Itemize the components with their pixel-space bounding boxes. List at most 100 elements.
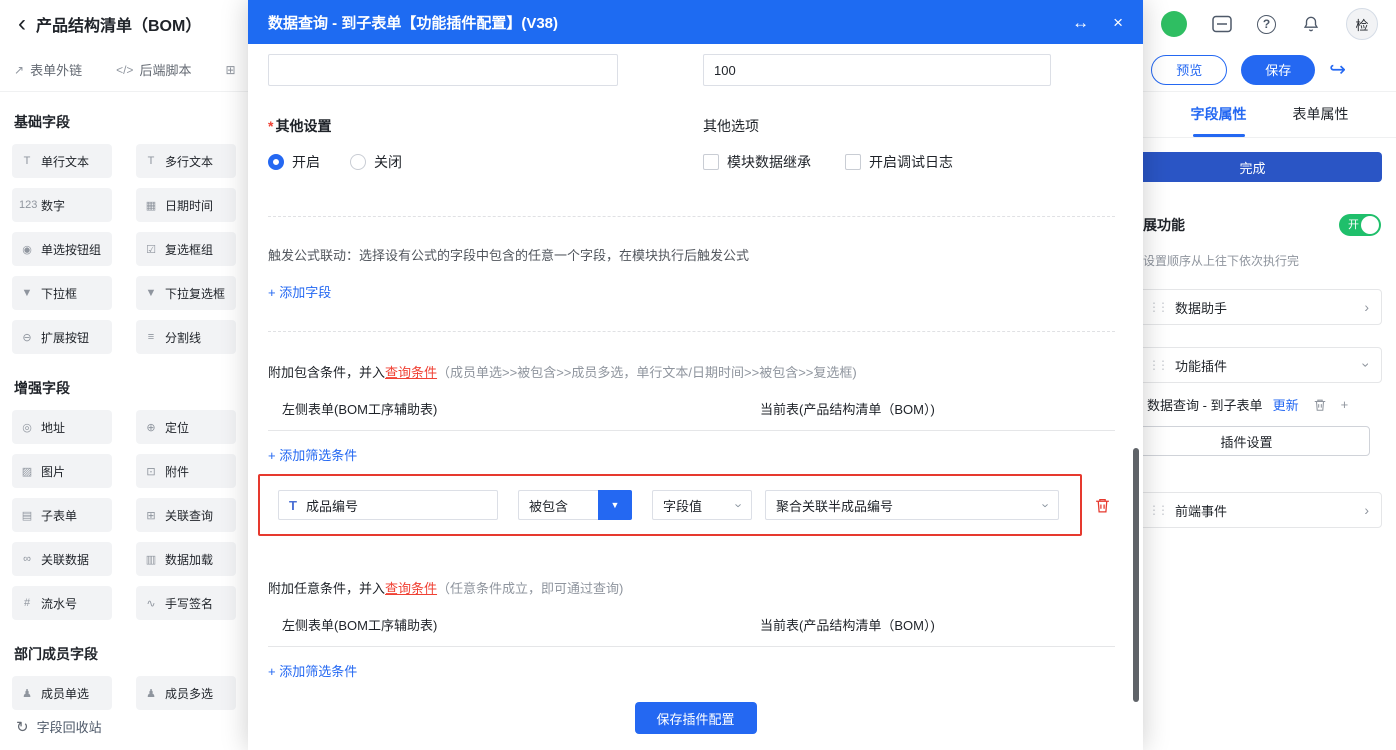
close-icon[interactable]: × <box>1113 14 1123 31</box>
drag-handle-icon[interactable]: ⋮⋮ <box>1148 358 1166 372</box>
presence-avatar[interactable] <box>1161 11 1187 37</box>
checkbox-module-inherit[interactable]: 模块数据继承 <box>703 152 811 172</box>
delete-condition-button[interactable] <box>1094 497 1111 514</box>
settings-controls-row: 开启 关闭 模块数据继承 开启调试日志 <box>268 152 1115 172</box>
condition-value-select[interactable]: 聚合关联半成品编号 › <box>765 490 1059 520</box>
user-avatar[interactable]: 检 <box>1346 8 1378 40</box>
field-type-extend-button[interactable]: ⊖扩展按钮 <box>12 320 112 354</box>
backend-script-link[interactable]: </> 后端脚本 <box>116 60 191 79</box>
share-icon[interactable]: ↪ <box>1329 57 1346 82</box>
field-type-linked-data[interactable]: ∞关联数据 <box>12 542 112 576</box>
plugin-move-icon[interactable]: + <box>1341 397 1349 412</box>
field-label: 成员多选 <box>165 685 213 702</box>
condition-field-input[interactable]: T 成品编号 <box>278 490 498 520</box>
field-type-image[interactable]: ▨图片 <box>12 454 112 488</box>
save-button[interactable]: 保存 <box>1241 55 1315 85</box>
tab-field-properties[interactable]: 字段属性 <box>1191 92 1247 137</box>
highlighted-condition-row: T 成品编号 被包含 ▼ 字段值 › 聚合关联半成品编号 › <box>258 474 1082 536</box>
condition-row-wrap: T 成品编号 被包含 ▼ 字段值 › 聚合关联半成品编号 › <box>268 474 1115 536</box>
field-type-multi-select[interactable]: ▼下拉复选框 <box>136 276 236 310</box>
extension-toggle[interactable]: 开 <box>1339 214 1381 236</box>
radio-enable[interactable]: 开启 <box>268 152 320 172</box>
page-title: 产品结构清单（BOM） <box>36 12 201 36</box>
field-label: 扩展按钮 <box>41 329 89 346</box>
field-type-checkbox-group[interactable]: ☑复选框组 <box>136 232 236 266</box>
field-type-number[interactable]: 123数字 <box>12 188 112 222</box>
field-type-datetime[interactable]: ▦日期时间 <box>136 188 236 222</box>
help-icon[interactable]: ? <box>1257 15 1276 34</box>
field-type-address[interactable]: ◎地址 <box>12 410 112 444</box>
plugin-update-link[interactable]: 更新 <box>1273 395 1299 414</box>
field-label: 手写签名 <box>165 595 213 612</box>
plugin-name: 数据查询 - 到子表单 <box>1147 395 1263 414</box>
extra-tool-link[interactable]: ⊞ <box>225 63 235 77</box>
operator-dropdown-button[interactable]: ▼ <box>598 490 632 520</box>
field-type-radio-group[interactable]: ◉单选按钮组 <box>12 232 112 266</box>
resize-icon[interactable]: ↔ <box>1072 14 1089 31</box>
field-label: 成员单选 <box>41 685 89 702</box>
text-field-icon: T <box>289 498 297 513</box>
linked-query-icon: ⊞ <box>143 509 159 522</box>
save-plugin-config-button[interactable]: 保存插件配置 <box>635 702 757 734</box>
field-type-member-single[interactable]: ♟成员单选 <box>12 676 112 710</box>
modal-header[interactable]: 数据查询 - 到子表单【功能插件配置】(V38) ↔ × <box>248 0 1143 44</box>
member-multi-icon: ♟ <box>143 687 159 700</box>
value-type-value: 字段值 <box>663 496 702 515</box>
checkbox-debug-log[interactable]: 开启调试日志 <box>845 152 953 172</box>
back-icon[interactable]: ‹ <box>18 14 26 34</box>
field-type-serial-number[interactable]: #流水号 <box>12 586 112 620</box>
form-external-link[interactable]: ↗ 表单外链 <box>14 60 82 79</box>
frontend-event-label: 前端事件 <box>1175 501 1227 520</box>
modal-scrollbar-thumb[interactable] <box>1133 448 1139 702</box>
field-label: 关联数据 <box>41 551 89 568</box>
radio-disable[interactable]: 关闭 <box>350 152 402 172</box>
field-type-member-multi[interactable]: ♟ 成员多选 <box>136 676 236 710</box>
query-condition-link[interactable]: 查询条件 <box>385 365 437 380</box>
field-sidebar: 基础字段 T单行文本 T多行文本 123数字 ▦日期时间 ◉单选按钮组 ☑复选框… <box>0 92 248 750</box>
field-label: 数字 <box>41 197 65 214</box>
dashed-divider <box>268 331 1115 332</box>
field-type-single-text[interactable]: T单行文本 <box>12 144 112 178</box>
add-filter-link-include[interactable]: + 添加筛选条件 <box>268 445 357 464</box>
done-button[interactable]: 完成 <box>1123 152 1382 182</box>
plugin-delete-icon[interactable] <box>1313 398 1327 412</box>
drag-handle-icon[interactable]: ⋮⋮ <box>1148 300 1166 314</box>
field-type-attachment[interactable]: ⊡附件 <box>136 454 236 488</box>
data-assistant-card[interactable]: ⋮⋮ 数据助手 › <box>1123 289 1382 325</box>
function-plugin-card[interactable]: ⋮⋮ 功能插件 › <box>1123 347 1382 383</box>
top-inputs-row <box>268 54 1115 86</box>
field-label: 子表单 <box>41 507 77 524</box>
query-condition-link[interactable]: 查询条件 <box>385 581 437 596</box>
field-label: 地址 <box>41 419 65 436</box>
field-label: 单行文本 <box>41 153 89 170</box>
divider <box>268 430 1115 431</box>
notification-bell-icon[interactable] <box>1300 13 1322 35</box>
drag-handle-icon[interactable]: ⋮⋮ <box>1148 503 1166 517</box>
operator-select[interactable]: 被包含 ▼ <box>518 490 632 520</box>
field-recycle-bin[interactable]: ↻ 字段回收站 <box>16 717 102 736</box>
field-type-multi-text[interactable]: T多行文本 <box>136 144 236 178</box>
add-filter-link-any[interactable]: + 添加筛选条件 <box>268 661 357 680</box>
extension-label: 展功能 <box>1143 215 1185 235</box>
include-desc-suffix: （成员单选>>被包含>>成员多选，单行文本/日期时间>>被包含>>复选框) <box>437 365 857 380</box>
field-type-select[interactable]: ▼下拉框 <box>12 276 112 310</box>
value-type-select[interactable]: 字段值 › <box>652 490 752 520</box>
field-type-signature[interactable]: ∿手写签名 <box>136 586 236 620</box>
collaboration-icon[interactable] <box>1211 13 1233 35</box>
field-type-divider[interactable]: ≡分割线 <box>136 320 236 354</box>
tab-form-properties[interactable]: 表单属性 <box>1293 92 1349 137</box>
field-type-subform[interactable]: ▤子表单 <box>12 498 112 532</box>
limit-count-input[interactable] <box>703 54 1051 86</box>
frontend-event-card[interactable]: ⋮⋮ 前端事件 › <box>1123 492 1382 528</box>
config-text-input[interactable] <box>268 54 618 86</box>
preview-button[interactable]: 预览 <box>1151 55 1227 85</box>
field-type-location[interactable]: ⊕定位 <box>136 410 236 444</box>
any-condition-desc: 附加任意条件，并入查询条件（任意条件成立，即可通过查询) <box>268 578 1115 597</box>
field-type-linked-query[interactable]: ⊞关联查询 <box>136 498 236 532</box>
grid-icon: ⊞ <box>225 63 235 77</box>
add-field-link[interactable]: + 添加字段 <box>268 282 331 301</box>
plugin-settings-button[interactable]: 插件设置 <box>1123 426 1370 456</box>
formula-trigger-hint: 触发公式联动：选择设有公式的字段中包含的任意一个字段，在模块执行后触发公式 <box>268 245 1115 264</box>
field-type-data-load[interactable]: ▥数据加载 <box>136 542 236 576</box>
chevron-right-icon: › <box>1364 502 1369 518</box>
